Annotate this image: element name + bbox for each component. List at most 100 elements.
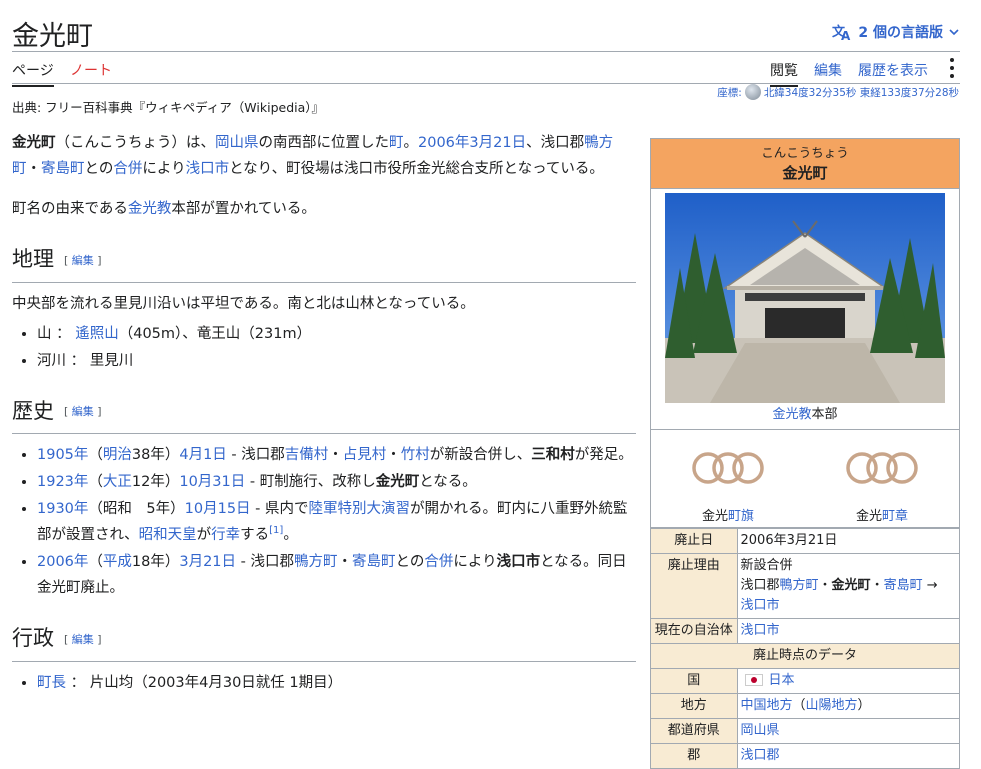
link-town-flag[interactable]: 町旗 xyxy=(728,509,754,524)
infobox-table: 廃止日 2006年3月21日 廃止理由 新設合併 浅口郡鴨方町・金光町・寄島町 … xyxy=(651,528,959,768)
link-asakuchi[interactable]: 浅口市 xyxy=(741,623,780,638)
row-key: 廃止日 xyxy=(651,528,738,554)
globe-icon[interactable] xyxy=(744,84,761,100)
section-heading-administration: 行政 [ 編集 ] xyxy=(12,623,636,662)
link-town[interactable]: 町 xyxy=(389,135,404,151)
text: する xyxy=(240,527,270,543)
tab-history[interactable]: 履歴を表示 xyxy=(858,60,928,80)
link-mountain[interactable]: 遙照山 xyxy=(75,326,119,342)
intro-paragraph-2: 町名の由来である金光教本部が置かれている。 xyxy=(12,196,636,222)
link-yorishima[interactable]: 寄島町 xyxy=(884,578,923,593)
town-emblem-image[interactable] xyxy=(832,436,932,500)
link[interactable]: 陸軍特別大演習 xyxy=(309,501,411,517)
section-title: 歴史 xyxy=(12,398,54,423)
link[interactable]: 昭和天皇 xyxy=(139,527,197,543)
bold-text: 三和村 xyxy=(531,447,575,463)
coordinates: 座標: 北緯34度32分35秒 東経133度37分28秒 xyxy=(717,84,959,100)
list-item: 河川 ： 里見川 xyxy=(37,348,636,374)
text: （ xyxy=(88,554,103,570)
footnote-link[interactable]: [1] xyxy=(269,525,283,536)
link[interactable]: 3月21日 xyxy=(179,554,236,570)
tab-edit[interactable]: 編集 xyxy=(814,60,842,80)
geography-text: 中央部を流れる里見川沿いは平坦である。南と北は山林となっている。 xyxy=(12,295,475,312)
text: により xyxy=(453,554,497,570)
list-item: 町長 ： 片山均（2003年4月30日就任 1期目） xyxy=(37,670,636,696)
link-date[interactable]: 2006年3月21日 xyxy=(418,135,526,151)
link[interactable]: 鴨方町 xyxy=(294,554,338,570)
text: 山 ： xyxy=(37,325,71,342)
section-title: 行政 xyxy=(12,626,54,650)
link-town-emblem[interactable]: 町章 xyxy=(882,509,908,524)
link-asakuchi-gun[interactable]: 浅口郡 xyxy=(741,748,780,763)
link-konkokyo[interactable]: 金光教 xyxy=(128,201,172,217)
row-value: 浅口郡 xyxy=(737,743,959,768)
link[interactable]: 吉備村 xyxy=(285,447,329,463)
link[interactable]: 4月1日 xyxy=(179,447,226,463)
link[interactable]: 明治 xyxy=(103,447,132,463)
article-subject: 金光町 xyxy=(12,135,56,151)
link-asakuchi[interactable]: 浅口市 xyxy=(741,598,780,613)
tab-note[interactable]: ノート xyxy=(70,60,112,80)
section-heading-history: 歴史 [ 編集 ] xyxy=(12,396,636,434)
link[interactable]: 大正 xyxy=(103,474,132,490)
link[interactable]: 合併 xyxy=(424,554,453,570)
konkokyo-headquarters-photo[interactable] xyxy=(665,193,945,403)
edit-section-link[interactable]: 編集 xyxy=(72,254,94,267)
list-item: 1930年（昭和 5年）10月15日 - 県内で陸軍特別大演習が開かれる。町内に… xyxy=(37,496,636,548)
link[interactable]: 10月15日 xyxy=(185,501,251,517)
link[interactable]: 10月31日 xyxy=(179,474,245,490)
language-button[interactable]: 文 A 2 個の言語版 xyxy=(832,22,959,42)
link-kamogata[interactable]: 鴨方町 xyxy=(780,578,819,593)
section-heading-geography: 地理 [ 編集 ] xyxy=(12,244,636,283)
edit-section-link[interactable]: 編集 xyxy=(72,405,94,418)
town-flag-image[interactable] xyxy=(678,436,778,500)
text: 18年） xyxy=(131,554,180,570)
edit-section: [ 編集 ] xyxy=(64,253,102,267)
link[interactable]: 2006年 xyxy=(37,554,88,570)
link-okayama[interactable]: 岡山県 xyxy=(741,723,780,738)
text: との xyxy=(395,554,425,570)
link-asakuchi[interactable]: 浅口市 xyxy=(186,161,230,177)
link[interactable]: 1905年 xyxy=(37,447,88,463)
text: の南西部に位置した xyxy=(258,135,390,151)
text: 本部が置かれている。 xyxy=(171,201,316,217)
text: - 町制施行、改称し xyxy=(245,474,376,490)
link-chugoku[interactable]: 中国地方 xyxy=(741,698,793,713)
infobox-title: 金光町 xyxy=(782,164,828,182)
japan-flag-icon xyxy=(744,673,763,686)
subheader-text: 廃止時点のデータ xyxy=(651,643,959,669)
link[interactable]: 1930年 xyxy=(37,501,88,517)
link-sanyo[interactable]: 山陽地方 xyxy=(806,698,858,713)
text: ・ xyxy=(328,447,343,463)
link[interactable]: 1923年 xyxy=(37,474,88,490)
link-merger[interactable]: 合併 xyxy=(113,161,142,177)
link-japan[interactable]: 日本 xyxy=(769,673,795,688)
list-item: 1923年（大正12年）10月31日 - 町制施行、改称し金光町となる。 xyxy=(37,469,636,495)
row-value: 日本 xyxy=(737,668,959,694)
coordinates-link[interactable]: 北緯34度32分35秒 東経133度37分28秒 xyxy=(764,85,959,100)
infobox-symbols: 金光町旗 金光町章 xyxy=(651,430,959,528)
text: 12年） xyxy=(131,474,180,490)
edit-section-link[interactable]: 編集 xyxy=(72,633,94,646)
chevron-down-icon xyxy=(949,29,959,36)
bold-text: 浅口市 xyxy=(496,554,541,570)
text: （ xyxy=(88,474,103,490)
link[interactable]: 行幸 xyxy=(211,527,240,543)
link-okayama[interactable]: 岡山県 xyxy=(215,135,259,151)
link[interactable]: 平成 xyxy=(103,554,132,570)
svg-text:A: A xyxy=(841,29,851,41)
link[interactable]: 占見村 xyxy=(343,447,387,463)
link[interactable]: 竹村 xyxy=(401,447,430,463)
link[interactable]: 寄島町 xyxy=(352,554,396,570)
infobox-row: 廃止日 2006年3月21日 xyxy=(651,528,959,554)
link-mayor[interactable]: 町長 xyxy=(37,675,66,691)
infobox: こんこうちょう 金光町 金光教本部 金光町旗 金光町章 廃止日 2006年3月2… xyxy=(650,138,960,769)
link-yorishima[interactable]: 寄島町 xyxy=(41,161,85,177)
text: 本部 xyxy=(811,407,838,422)
bold-text: 金光町 xyxy=(375,474,420,490)
link-konkokyo[interactable]: 金光教 xyxy=(772,407,811,422)
text: - 浅口郡 xyxy=(226,447,285,463)
text: 。 xyxy=(283,527,298,543)
row-value: 2006年3月21日 xyxy=(737,528,959,554)
more-menu-icon[interactable] xyxy=(948,58,956,78)
